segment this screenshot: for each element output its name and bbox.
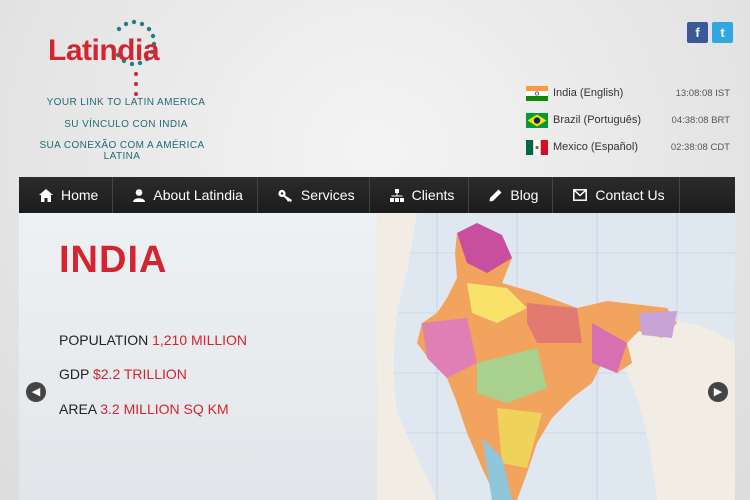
nav-label: About Latindia	[153, 187, 243, 203]
tagline-english: YOUR LINK TO LATIN AMERICA	[46, 97, 206, 108]
facebook-icon[interactable]: f	[687, 22, 708, 43]
org-chart-icon	[389, 188, 404, 202]
pencil-icon	[489, 189, 502, 201]
tagline-spanish: SU VÍNCULO CON INDIA	[64, 119, 188, 130]
nav-contact[interactable]: Contact Us	[553, 177, 680, 213]
brazil-flag-icon	[526, 113, 548, 128]
nav-label: Clients	[411, 187, 455, 203]
clock-time: 13:08:08 IST	[675, 88, 730, 99]
nav-label: Blog	[510, 187, 539, 203]
twitter-glyph: t	[720, 25, 725, 40]
clock-india: India (English) 13:08:08 IST	[526, 85, 736, 103]
slider-next-button[interactable]: ▶	[708, 382, 728, 402]
envelope-icon	[573, 189, 588, 201]
slider-prev-button[interactable]: ◀	[26, 382, 46, 402]
stat-population: POPULATION 1,210 MILLION	[59, 332, 247, 348]
key-icon	[278, 189, 292, 202]
home-icon	[39, 188, 53, 202]
user-icon	[133, 188, 146, 202]
logo-wordmark: Latindia	[48, 34, 160, 67]
nav-label: Services	[300, 187, 355, 203]
main-nav: Home About Latindia Services Clients Blo…	[19, 177, 735, 213]
clock-mexico: Mexico (Español) 02:38:08 CDT	[526, 139, 736, 157]
stat-area: AREA 3.2 MILLION SQ KM	[59, 401, 229, 417]
clock-label: India (English)	[553, 87, 624, 99]
clock-brazil: Brazil (Português) 04:38:08 BRT	[526, 112, 736, 130]
stat-label: POPULATION	[59, 332, 149, 348]
stat-value: 1,210 MILLION	[152, 332, 248, 348]
stat-value: 3.2 MILLION SQ KM	[100, 401, 229, 417]
stat-value: $2.2 TRILLION	[92, 366, 187, 382]
stat-gdp: GDP $2.2 TRILLION	[59, 366, 187, 382]
site-logo[interactable]: Latindia YOUR LINK TO LATIN AMERICA SU V…	[22, 18, 222, 162]
facebook-glyph: f	[695, 25, 700, 40]
clock-time: 04:38:08 BRT	[671, 115, 730, 126]
hero-slider: INDIA POPULATION 1,210 MILLION GDP $2.2 …	[19, 213, 735, 500]
nav-label: Contact Us	[595, 187, 665, 203]
nav-about[interactable]: About Latindia	[113, 177, 258, 213]
tagline-portuguese: SUA CONEXÃO COM A AMÉRICA LATINA	[39, 140, 205, 162]
india-flag-icon	[526, 86, 548, 101]
slide-title: INDIA	[59, 239, 168, 281]
stat-label: AREA	[59, 401, 97, 417]
clock-label: Brazil (Português)	[553, 114, 642, 126]
stat-label: GDP	[59, 366, 90, 382]
nav-clients[interactable]: Clients	[370, 177, 470, 213]
nav-blog[interactable]: Blog	[469, 177, 554, 213]
twitter-icon[interactable]: t	[712, 22, 733, 43]
nav-label: Home	[61, 187, 99, 203]
nav-home[interactable]: Home	[19, 177, 114, 213]
mexico-flag-icon	[526, 140, 548, 155]
india-map-image	[377, 213, 735, 500]
clock-time: 02:38:08 CDT	[670, 142, 730, 153]
clock-label: Mexico (Español)	[553, 141, 638, 153]
nav-services[interactable]: Services	[258, 177, 370, 213]
